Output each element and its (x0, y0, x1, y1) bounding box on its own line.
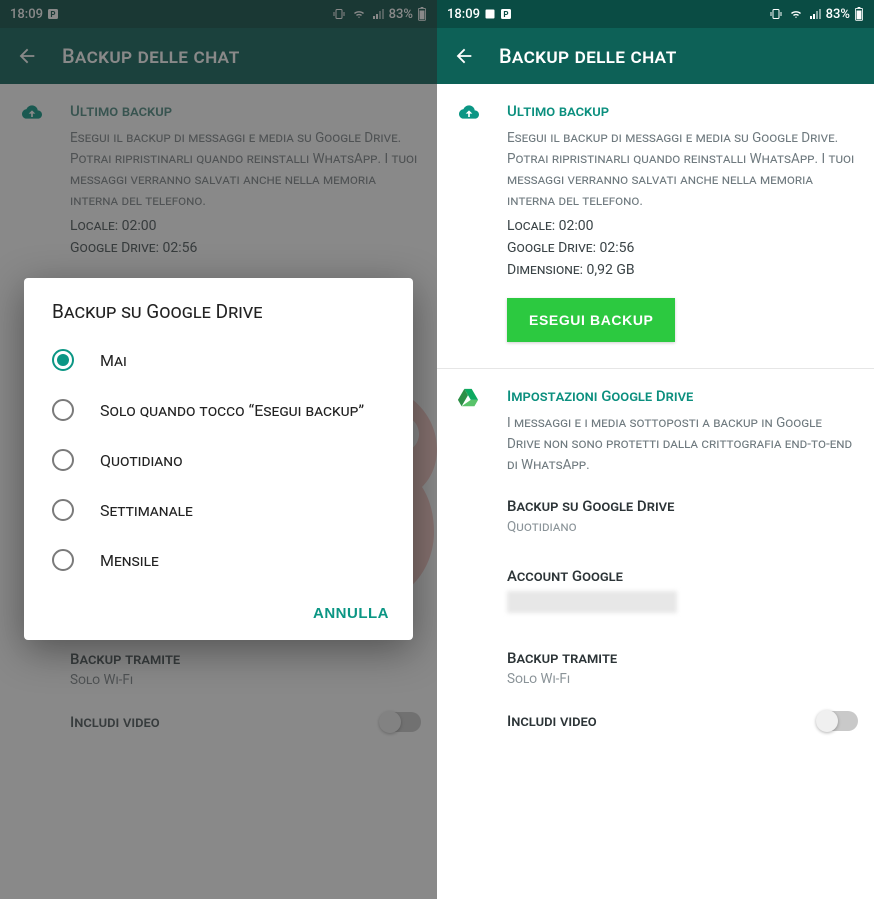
signal-icon (808, 8, 822, 20)
radio-icon (52, 499, 74, 521)
google-drive-icon (455, 387, 481, 409)
battery-icon (854, 7, 864, 21)
google-account-label: Account Google (507, 567, 858, 585)
google-account-row[interactable]: Account Google (437, 551, 874, 615)
radio-icon (52, 349, 74, 371)
backup-frequency-row[interactable]: Backup su Google Drive Quotidiano (437, 481, 874, 537)
drive-settings-section: Impostazioni Google Drive I messaggi e i… (437, 369, 874, 482)
wifi-icon (788, 8, 804, 20)
parking-icon: P (500, 8, 512, 20)
include-video-toggle[interactable] (818, 711, 858, 731)
radio-option-manual[interactable]: Solo quando tocco “Esegui backup” (24, 385, 413, 435)
backup-frequency-value: Quotidiano (507, 519, 858, 535)
back-arrow-icon[interactable] (453, 45, 475, 67)
svg-text:P: P (503, 10, 508, 19)
last-backup-title: Ultimo backup (507, 102, 858, 120)
notification-icon (484, 8, 496, 20)
appbar: Backup delle chat (437, 28, 874, 84)
include-video-row[interactable]: Includi video (437, 689, 874, 753)
radio-label: Mai (100, 351, 127, 370)
vibrate-icon (768, 8, 784, 20)
backup-frequency-label: Backup su Google Drive (507, 497, 858, 515)
backup-via-value: Solo Wi-Fi (507, 671, 858, 687)
last-backup-section: Ultimo backup Esegui il backup di messag… (437, 84, 874, 360)
drive-settings-desc: I messaggi e i media sottoposti a backup… (507, 413, 858, 476)
gdrive-backup-time: Google Drive: 02:56 (507, 240, 858, 256)
radio-option-weekly[interactable]: Settimanale (24, 485, 413, 535)
backup-frequency-dialog: Backup su Google Drive Mai Solo quando t… (24, 278, 413, 640)
page-title: Backup delle chat (499, 44, 677, 68)
backup-size: Dimensione: 0,92 GB (507, 262, 858, 278)
radio-label: Quotidiano (100, 451, 183, 470)
radio-icon (52, 449, 74, 471)
local-backup-time: Locale: 02:00 (507, 218, 858, 234)
drive-settings-title: Impostazioni Google Drive (507, 387, 858, 405)
radio-icon (52, 549, 74, 571)
cancel-button[interactable]: ANNULLA (313, 605, 389, 622)
battery-percent: 83% (826, 7, 850, 22)
google-account-value-redacted (507, 591, 677, 613)
status-bar: 18:09 P 83% (437, 0, 874, 28)
backup-via-row[interactable]: Backup tramite Solo Wi-Fi (437, 633, 874, 689)
dialog-title: Backup su Google Drive (24, 300, 413, 335)
include-video-label: Includi video (507, 712, 597, 730)
radio-label: Settimanale (100, 501, 193, 520)
radio-option-monthly[interactable]: Mensile (24, 535, 413, 585)
cloud-upload-icon (455, 102, 483, 122)
radio-label: Mensile (100, 551, 159, 570)
radio-icon (52, 399, 74, 421)
backup-via-label: Backup tramite (507, 649, 858, 667)
run-backup-button[interactable]: ESEGUI BACKUP (507, 298, 675, 342)
status-time: 18:09 (447, 7, 480, 22)
last-backup-desc: Esegui il backup di messaggi e media su … (507, 128, 858, 212)
radio-label: Solo quando tocco “Esegui backup” (100, 401, 364, 420)
radio-option-mai[interactable]: Mai (24, 335, 413, 385)
radio-option-daily[interactable]: Quotidiano (24, 435, 413, 485)
